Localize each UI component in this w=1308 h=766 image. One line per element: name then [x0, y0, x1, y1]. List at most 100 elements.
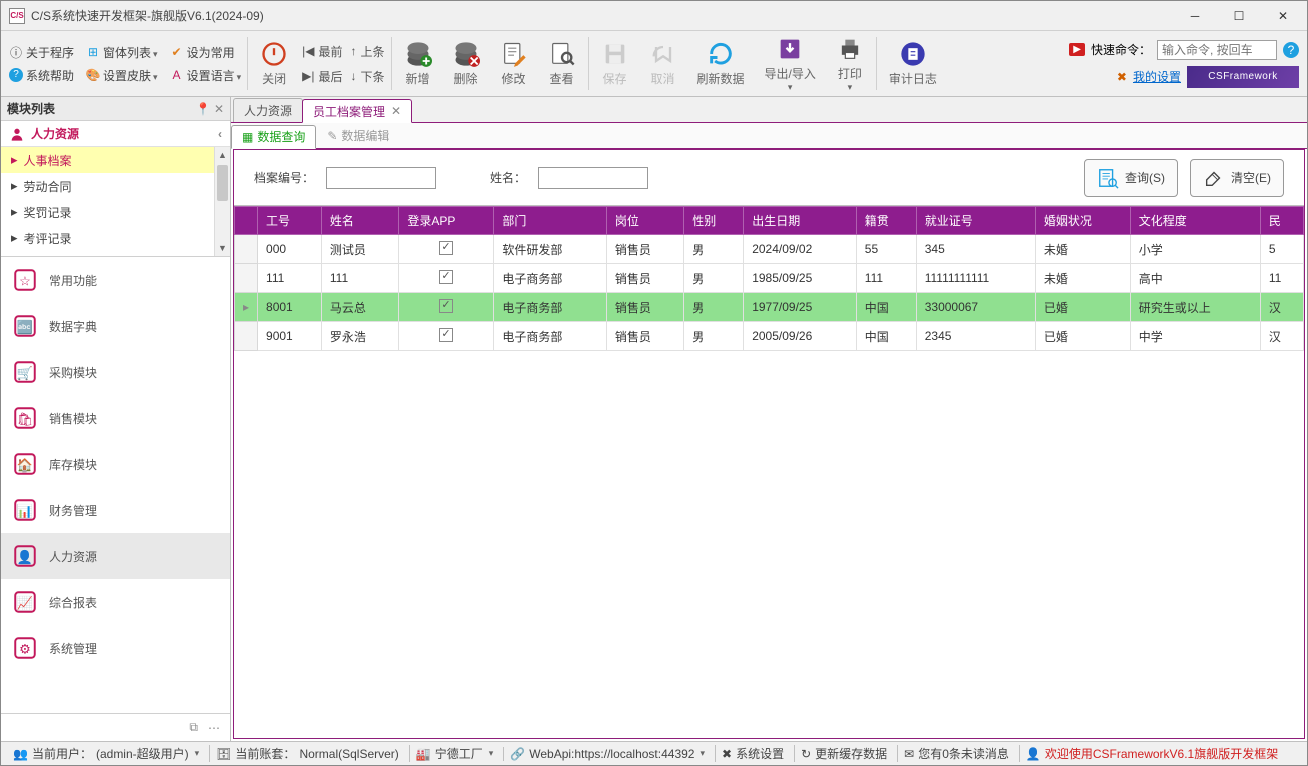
add-button[interactable]: 新增 — [394, 31, 442, 96]
close-window-button[interactable]: ✕ — [1261, 2, 1305, 30]
sidebar-footer: ⧉ ⋯ — [1, 713, 230, 741]
view-button[interactable]: 查看 — [538, 31, 586, 96]
status-factory[interactable]: 🏭宁德工厂 — [409, 745, 500, 762]
nav-last[interactable]: ▶|最后 — [302, 68, 342, 85]
tree-scrollbar[interactable]: ▲▼ — [214, 147, 230, 256]
arrow-right-icon: ▸ — [11, 204, 18, 220]
query-button[interactable]: 查询(S) — [1084, 159, 1178, 197]
col-header[interactable]: 婚姻状况 — [1035, 207, 1130, 235]
module-4[interactable]: 🏠库存模块 — [1, 441, 230, 487]
print-button[interactable]: 打印▾ — [826, 31, 874, 96]
name-input[interactable] — [538, 167, 648, 189]
table-row[interactable]: 000测试员软件研发部销售员男2024/09/0255345未婚小学5 — [235, 235, 1304, 264]
audit-button[interactable]: 审计日志 — [879, 31, 947, 96]
sidebar-section-hr[interactable]: 人力资源 ‹ — [1, 121, 230, 147]
clear-button[interactable]: 清空(E) — [1190, 159, 1284, 197]
module-1[interactable]: 🔤数据字典 — [1, 303, 230, 349]
quick-cmd-input[interactable] — [1157, 40, 1277, 60]
module-icon: 📈 — [11, 588, 39, 616]
menu-lang[interactable]: 设置语言 — [187, 67, 242, 84]
edit-button[interactable]: 修改 — [490, 31, 538, 96]
col-header[interactable]: 登录APP — [399, 207, 494, 235]
menu-skin[interactable]: 设置皮肤 — [103, 67, 158, 84]
titlebar: C/S C/S系统快速开发框架-旗舰版V6.1(2024-09) ─ ☐ ✕ — [1, 1, 1307, 31]
module-0[interactable]: ☆常用功能 — [1, 257, 230, 303]
tab-close-icon[interactable]: ✕ — [391, 104, 401, 118]
export-button[interactable]: 导出/导入▾ — [755, 31, 826, 96]
brand-banner[interactable]: CSFramework — [1187, 66, 1299, 88]
forward-end-icon: ▶| — [302, 69, 314, 83]
menu-setdefault[interactable]: 设为常用 — [187, 44, 235, 61]
col-header[interactable]: 性别 — [684, 207, 744, 235]
delete-button[interactable]: 删除 — [442, 31, 490, 96]
refresh-button[interactable]: 刷新数据 — [687, 31, 755, 96]
col-header[interactable]: 岗位 — [606, 207, 683, 235]
tree-item-0[interactable]: ▸人事档案 — [1, 147, 230, 173]
menu-about[interactable]: 关于程序 — [26, 44, 74, 61]
more-icon[interactable]: ⋯ — [208, 721, 220, 735]
subtab-query[interactable]: ▦数据查询 — [231, 125, 316, 149]
data-grid[interactable]: 工号姓名登录APP部门岗位性别出生日期籍贯就业证号婚姻状况文化程度民000测试员… — [234, 206, 1304, 738]
search-bar: 档案编号： 姓名： 查询(S) 清空(E) — [234, 150, 1304, 206]
tree-item-3[interactable]: ▸考评记录 — [1, 225, 230, 251]
tab-hr[interactable]: 人力资源 — [233, 98, 303, 122]
module-icon: 🏠 — [11, 450, 39, 478]
maximize-button[interactable]: ☐ — [1217, 2, 1261, 30]
module-icon: 🔤 — [11, 312, 39, 340]
tree-item-2[interactable]: ▸奖罚记录 — [1, 199, 230, 225]
module-8[interactable]: ⚙系统管理 — [1, 625, 230, 671]
name-label: 姓名： — [490, 169, 526, 186]
youtube-icon[interactable]: ▶ — [1069, 43, 1085, 56]
check-icon: ✔ — [170, 45, 184, 59]
tree-item-1[interactable]: ▸劳动合同 — [1, 173, 230, 199]
status-updatecache[interactable]: ↻更新缓存数据 — [794, 745, 893, 762]
checkbox-icon[interactable] — [439, 241, 453, 255]
col-header[interactable]: 工号 — [258, 207, 322, 235]
col-header[interactable]: 就业证号 — [916, 207, 1035, 235]
col-header[interactable]: 姓名 — [321, 207, 398, 235]
quick-help-icon[interactable]: ? — [1283, 42, 1299, 58]
menu-formlist[interactable]: 窗体列表 — [103, 44, 158, 61]
archive-code-input[interactable] — [326, 167, 436, 189]
module-2[interactable]: 🛒采购模块 — [1, 349, 230, 395]
subtab-edit[interactable]: ✎数据编辑 — [316, 124, 400, 148]
checkbox-icon[interactable] — [439, 270, 453, 284]
status-syssetting[interactable]: ✖系统设置 — [715, 745, 790, 762]
table-row[interactable]: 111111电子商务部销售员男1985/09/2511111111111111未… — [235, 264, 1304, 293]
status-webapi[interactable]: 🔗WebApi:https://localhost:44392 — [503, 747, 711, 761]
tab-employee-archive[interactable]: 员工档案管理✕ — [302, 99, 412, 123]
close-button[interactable]: 关闭 — [250, 31, 298, 96]
col-header[interactable]: 出生日期 — [744, 207, 857, 235]
nav-next[interactable]: ↓下条 — [350, 68, 384, 85]
status-user[interactable]: 👥当前用户：(admin-超级用户) — [7, 745, 205, 762]
module-5[interactable]: 📊财务管理 — [1, 487, 230, 533]
close-panel-icon[interactable]: ✕ — [214, 102, 224, 116]
module-3[interactable]: 🛍销售模块 — [1, 395, 230, 441]
my-settings-link[interactable]: 我的设置 — [1133, 68, 1181, 85]
checkbox-icon[interactable] — [439, 328, 453, 342]
down-arrow-icon: ↓ — [350, 69, 356, 83]
col-header[interactable]: 民 — [1260, 207, 1303, 235]
person-small-icon: 👤 — [1026, 747, 1041, 761]
status-unread[interactable]: ✉您有0条未读消息 — [897, 745, 1015, 762]
pin-icon[interactable]: 📍 — [196, 102, 211, 116]
table-row[interactable]: ▸8001马云总电子商务部销售员男1977/09/25中国33000067已婚研… — [235, 293, 1304, 322]
nav-prev[interactable]: ↑上条 — [350, 43, 384, 60]
gear-icon: ✖ — [722, 747, 732, 761]
col-header[interactable]: 文化程度 — [1130, 207, 1260, 235]
module-7[interactable]: 📈综合报表 — [1, 579, 230, 625]
menu-syshelp[interactable]: 系统帮助 — [26, 67, 74, 84]
copy-icon[interactable]: ⧉ — [189, 720, 198, 735]
col-header[interactable]: 部门 — [494, 207, 607, 235]
help-icon: ? — [9, 68, 23, 82]
minimize-button[interactable]: ─ — [1173, 2, 1217, 30]
nav-first[interactable]: |◀最前 — [302, 43, 342, 60]
save-button: 保存 — [591, 31, 639, 96]
col-header[interactable]: 籍贯 — [856, 207, 916, 235]
checkbox-icon[interactable] — [439, 299, 453, 313]
table-row[interactable]: 9001罗永浩电子商务部销售员男2005/09/26中国2345已婚中学汉 — [235, 322, 1304, 351]
svg-text:🛍: 🛍 — [17, 411, 34, 426]
module-6[interactable]: 👤人力资源 — [1, 533, 230, 579]
sidebar: 模块列表 📍 ✕ 人力资源 ‹ ▸人事档案▸劳动合同▸奖罚记录▸考评记录 ▲▼ … — [1, 97, 231, 741]
refresh-small-icon: ↻ — [801, 747, 811, 761]
